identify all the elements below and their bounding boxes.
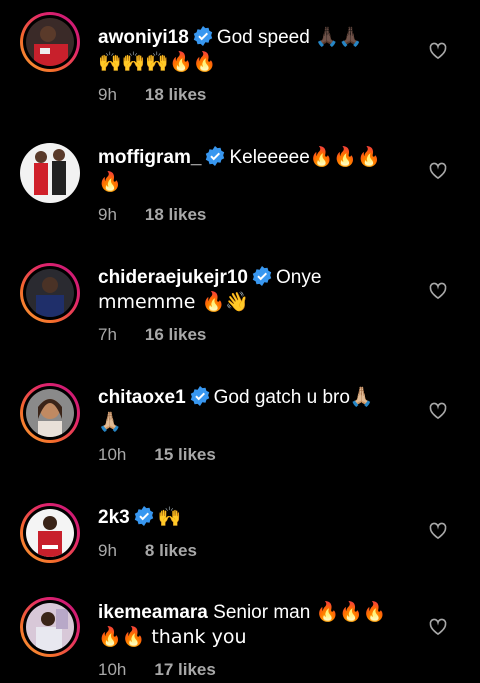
comment-text-line2: 🔥 xyxy=(98,171,122,193)
comment-time: 9h xyxy=(98,205,117,224)
comments-list: awoniyi18 God speed 🙏🏿🙏🏿 🙌🙌🙌🔥🔥 9h 18 likes… xyxy=(0,0,480,683)
comment-time: 10h xyxy=(98,660,127,679)
comment-body: 2k3 🙌 xyxy=(98,505,418,530)
username[interactable]: ikemeamara xyxy=(98,602,208,623)
heart-outline-icon[interactable] xyxy=(428,161,448,181)
heart-outline-icon[interactable] xyxy=(428,521,448,541)
comment-text: Senior man 🔥🔥🔥 xyxy=(213,602,387,623)
heart-outline-icon[interactable] xyxy=(428,401,448,421)
username[interactable]: awoniyi18 xyxy=(98,27,189,48)
comment-text: Keleeeee🔥🔥🔥 xyxy=(229,147,381,168)
heart-outline-icon[interactable] xyxy=(428,281,448,301)
comment-body: awoniyi18 God speed 🙏🏿🙏🏿 🙌🙌🙌🔥🔥 xyxy=(98,25,418,75)
username[interactable]: chitaoxe1 xyxy=(98,387,186,408)
comment-body: ikemeamara Senior man 🔥🔥🔥 🔥🔥 thank you xyxy=(98,600,418,650)
comment-meta: 7h 16 likes xyxy=(98,325,206,345)
avatar[interactable] xyxy=(20,143,80,203)
avatar-image xyxy=(26,509,74,557)
avatar-image xyxy=(20,143,80,203)
comment-text-line2: 🙌🙌🙌🔥🔥 xyxy=(98,51,217,73)
comment-meta: 9h 8 likes xyxy=(98,541,197,561)
comment-meta: 10h 17 likes xyxy=(98,660,216,680)
avatar[interactable] xyxy=(20,503,80,563)
comment-time: 7h xyxy=(98,325,117,344)
likes-count[interactable]: 18 likes xyxy=(145,85,206,104)
comment-body: chideraejukejr10 Onye mmemme 🔥👋 xyxy=(98,265,418,315)
heart-outline-icon[interactable] xyxy=(428,617,448,637)
verified-badge-icon xyxy=(206,146,225,166)
comment-body: moffigram_ Keleeeee🔥🔥🔥 🔥 xyxy=(98,145,418,195)
comment-body: chitaoxe1 God gatch u bro🙏🏼 🙏🏼 xyxy=(98,385,418,435)
likes-count[interactable]: 16 likes xyxy=(145,325,206,344)
comment-text-line2: 🙏🏼 xyxy=(98,411,122,433)
verified-badge-icon xyxy=(193,26,213,46)
avatar[interactable] xyxy=(20,12,80,72)
comment-text: God gatch u bro🙏🏼 xyxy=(213,387,374,408)
likes-count[interactable]: 8 likes xyxy=(145,541,197,560)
comment-time: 10h xyxy=(98,445,127,464)
username[interactable]: 2k3 xyxy=(98,507,130,528)
verified-badge-icon xyxy=(190,386,209,406)
comment-time: 9h xyxy=(98,541,117,560)
username[interactable]: moffigram_ xyxy=(98,147,201,168)
avatar[interactable] xyxy=(20,597,80,657)
comment-meta: 9h 18 likes xyxy=(98,205,206,225)
avatar[interactable] xyxy=(20,263,80,323)
comment-meta: 10h 15 likes xyxy=(98,445,216,465)
comment-meta: 9h 18 likes xyxy=(98,85,206,105)
verified-badge-icon xyxy=(252,266,272,286)
comment-text-line2: mmemme 🔥👋 xyxy=(98,291,249,313)
username[interactable]: chideraejukejr10 xyxy=(98,267,248,288)
comment-time: 9h xyxy=(98,85,117,104)
avatar-image xyxy=(26,269,74,317)
avatar-image xyxy=(26,603,74,651)
comment-text-line2: 🔥🔥 thank you xyxy=(98,626,247,648)
likes-count[interactable]: 17 likes xyxy=(154,660,215,679)
comment-text: God speed 🙏🏿🙏🏿 xyxy=(216,27,363,48)
verified-badge-icon xyxy=(134,506,153,526)
avatar[interactable] xyxy=(20,383,80,443)
likes-count[interactable]: 15 likes xyxy=(154,445,215,464)
comment-text: 🙌 xyxy=(157,507,182,528)
avatar-image xyxy=(26,389,74,437)
comment-text: Onye xyxy=(275,267,322,288)
avatar-image xyxy=(26,18,74,66)
likes-count[interactable]: 18 likes xyxy=(145,205,206,224)
heart-outline-icon[interactable] xyxy=(428,41,448,61)
